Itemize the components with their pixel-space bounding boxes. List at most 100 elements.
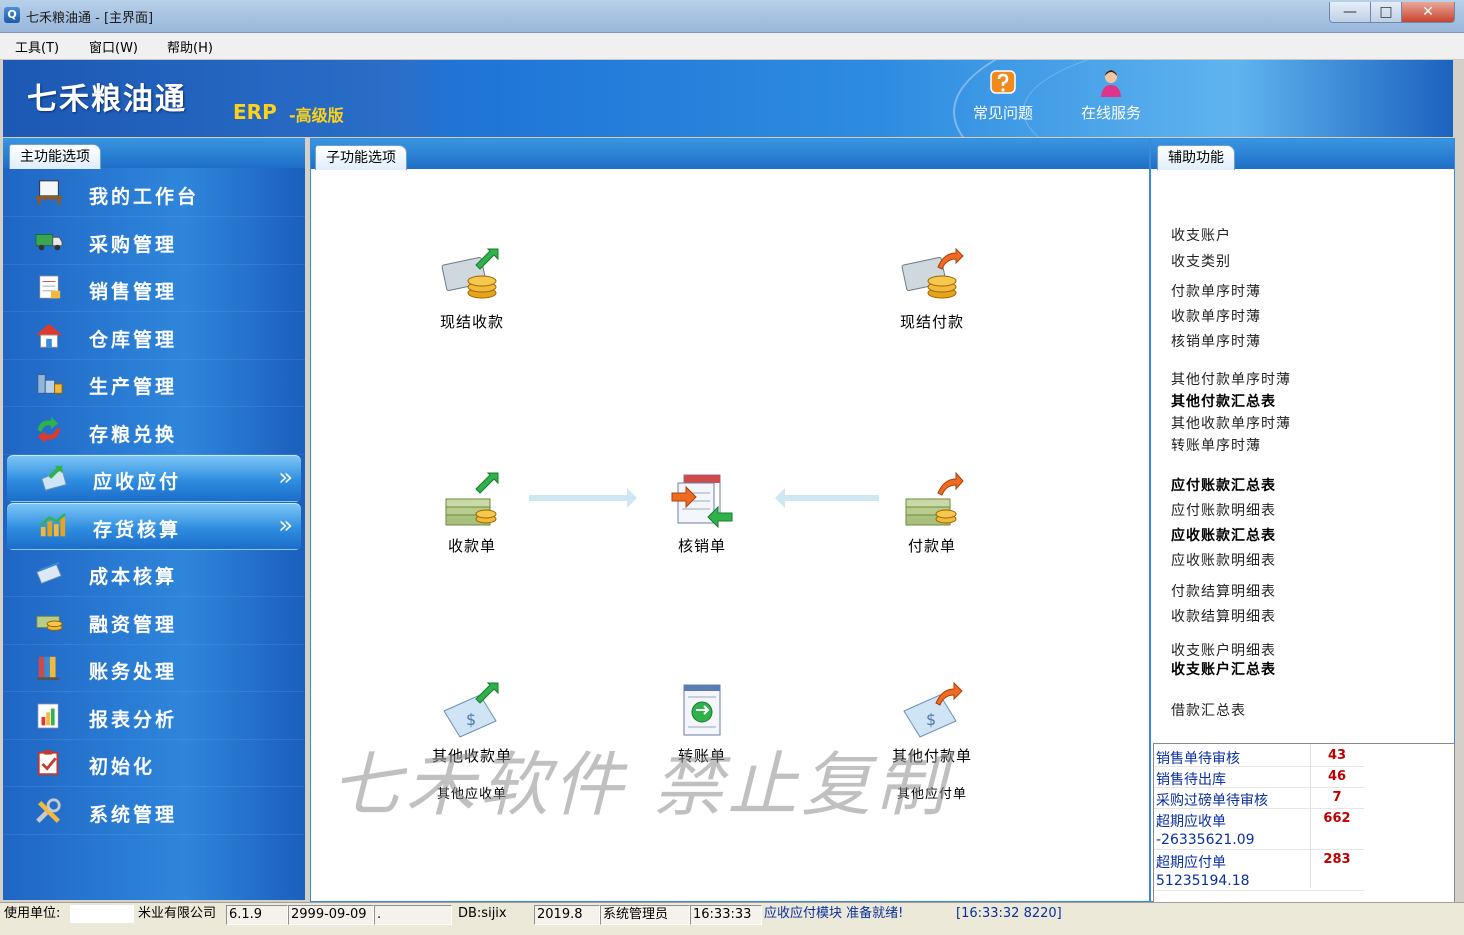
faq-button[interactable]: 常见问题 (963, 68, 1043, 123)
nav-item-label: 融资管理 (89, 613, 178, 636)
nav-item[interactable]: 融资管理 (3, 598, 305, 645)
payment-label: 付款单 (907, 537, 956, 555)
aux-link[interactable]: 收支账户汇总表 (1171, 659, 1276, 679)
edition-erp: ERP (233, 100, 277, 124)
close-button[interactable]: ✕ (1401, 2, 1455, 23)
other-payment-label: 其他付款单 (891, 747, 972, 765)
transfer-icon (683, 684, 721, 736)
aux-link[interactable]: 付款结算明细表 (1171, 581, 1276, 601)
flow-arrow-left (775, 488, 879, 508)
app-icon: Q (4, 7, 20, 23)
aux-link[interactable]: 转账单序时薄 (1171, 435, 1261, 455)
title-bar: Q 七禾粮油通 - [主界面] — □ ✕ (0, 0, 1464, 33)
writeoff-label: 核销单 (677, 537, 726, 555)
receipt-label: 收款单 (447, 537, 496, 555)
nav-item[interactable]: 系统管理 (3, 788, 305, 835)
pending-task-row[interactable]: 采购过磅单待审核 7 (1154, 788, 1364, 809)
menu-tools[interactable]: 工具(T) (15, 37, 59, 56)
nav-item-label: 系统管理 (89, 803, 178, 826)
nav-item[interactable]: 成本核算 (3, 550, 305, 597)
cash-receipt-function[interactable]: 现结收款 (407, 247, 537, 332)
menu-help[interactable]: 帮助(H) (167, 37, 213, 56)
nav-item[interactable]: 应收应付 » (7, 455, 301, 502)
aux-link[interactable]: 其他付款汇总表 (1171, 391, 1276, 411)
tab-auxiliary[interactable]: 辅助功能 (1157, 145, 1235, 170)
status-unit-label: 使用单位: (4, 906, 61, 921)
aux-link[interactable]: 收支类别 (1171, 251, 1231, 271)
nav-item[interactable]: 生产管理 (3, 360, 305, 407)
nav-item[interactable]: 存粮兑换 (3, 408, 305, 455)
nav-item-label: 存货核算 (93, 518, 182, 541)
status-user: 系统管理员 (600, 905, 690, 925)
writeoff-function[interactable]: 核销单 (637, 471, 767, 556)
nav-item[interactable]: 账务处理 (3, 645, 305, 692)
document-icon (39, 275, 61, 299)
ledger-icon (36, 656, 60, 681)
nav-item[interactable]: 采购管理 (3, 218, 305, 265)
pending-task-row[interactable]: 超期应付单 283 51235194.18 (1154, 850, 1364, 891)
receipt-function[interactable]: 收款单 (407, 471, 537, 556)
help-icon (990, 70, 1016, 94)
tools-icon (36, 797, 61, 823)
other-receipt-icon: $ (443, 682, 499, 738)
tab-sub-functions[interactable]: 子功能选项 (315, 145, 407, 170)
pending-task-row[interactable]: 销售单待审核 43 (1154, 746, 1364, 767)
sub-function-header: 子功能选项 (311, 139, 1149, 170)
aux-link[interactable]: 应付账款明细表 (1171, 500, 1276, 520)
support-agent-icon (1101, 70, 1121, 97)
house-icon (35, 323, 63, 348)
aux-link[interactable]: 借款汇总表 (1171, 700, 1246, 720)
status-time: 16:33:33 (690, 905, 762, 925)
aux-link[interactable]: 付款单序时薄 (1171, 281, 1261, 301)
pending-task-row[interactable]: 销售待出库 46 (1154, 767, 1364, 788)
aux-link[interactable]: 收支账户 (1171, 225, 1231, 245)
aux-link[interactable]: 应收账款汇总表 (1171, 525, 1276, 545)
transfer-function[interactable]: 转账单 (637, 681, 767, 766)
pending-task-count: 43 (1327, 748, 1347, 763)
exchange-arrows-icon (37, 416, 61, 443)
aux-link[interactable]: 核销单序时薄 (1171, 331, 1261, 351)
nav-item-label: 仓库管理 (89, 328, 178, 351)
receipt-icon (445, 472, 499, 526)
expand-chevron-icon: » (278, 463, 293, 491)
aux-link[interactable]: 应付账款汇总表 (1171, 475, 1276, 495)
aux-link[interactable]: 收支账户明细表 (1171, 640, 1276, 660)
other-payment-function[interactable]: $ 其他付款单 (867, 681, 997, 766)
auxiliary-panel: 辅助功能 收支账户收支类别付款单序时薄 收款单序时薄 核销单序时薄其他付款单序时薄其… (1150, 138, 1455, 903)
cash-receipt-icon (441, 248, 499, 299)
aux-link[interactable]: 收款结算明细表 (1171, 606, 1276, 626)
bar-chart-icon (40, 512, 66, 536)
minimize-button[interactable]: — (1329, 2, 1371, 23)
pending-task-row[interactable]: 超期应收单 662 -26335621.09 (1154, 809, 1364, 850)
aux-link[interactable]: 其他付款单序时薄 (1171, 369, 1291, 389)
other-receipt-function[interactable]: $ 其他收款单 (407, 681, 537, 766)
sub-function-panel: 子功能选项 现结收款 现结付款 收款单 核销单 付款单 $ 其他收款单 转账单 … (310, 138, 1150, 902)
nav-item[interactable]: 销售管理 (3, 265, 305, 312)
status-module-message: 应收应付模块 准备就绪! (764, 906, 904, 921)
other-receivable-link[interactable]: 其他应收单 (407, 783, 537, 802)
online-service-button[interactable]: 在线服务 (1071, 68, 1151, 123)
status-period: 2019.8 (534, 905, 600, 925)
window-title: 七禾粮油通 - [主界面] (26, 11, 154, 26)
nav-item-label: 生产管理 (89, 376, 178, 398)
main-function-panel: 主功能选项 我的工作台 采购管理 销售管理 仓库管理 生产管理 存粮兑换 应收应付» 存货核算… (3, 138, 305, 900)
nav-item[interactable]: 我的工作台 (3, 170, 305, 217)
other-payable-link[interactable]: 其他应付单 (867, 783, 997, 802)
pending-task-label: 超期应付单 (1156, 855, 1226, 871)
tab-main-functions[interactable]: 主功能选项 (9, 144, 101, 169)
menu-window[interactable]: 窗口(W) (89, 37, 138, 56)
nav-item[interactable]: 报表分析 (3, 693, 305, 740)
nav-item[interactable]: 初始化 (3, 740, 305, 787)
svg-text:$: $ (466, 710, 477, 729)
nav-item[interactable]: 存货核算 » (7, 502, 301, 550)
payment-function[interactable]: 付款单 (867, 471, 997, 556)
nav-item[interactable]: 仓库管理 (3, 313, 305, 360)
pending-task-count: 662 (1323, 811, 1351, 826)
nav-item-label: 我的工作台 (89, 186, 200, 208)
aux-link[interactable]: 收款单序时薄 (1171, 306, 1261, 326)
cash-payment-function[interactable]: 现结付款 (867, 247, 997, 332)
aux-link[interactable]: 其他收款单序时薄 (1171, 413, 1291, 433)
maximize-button[interactable]: □ (1370, 2, 1402, 23)
truck-icon (35, 233, 63, 250)
aux-link[interactable]: 应收账款明细表 (1171, 550, 1276, 570)
